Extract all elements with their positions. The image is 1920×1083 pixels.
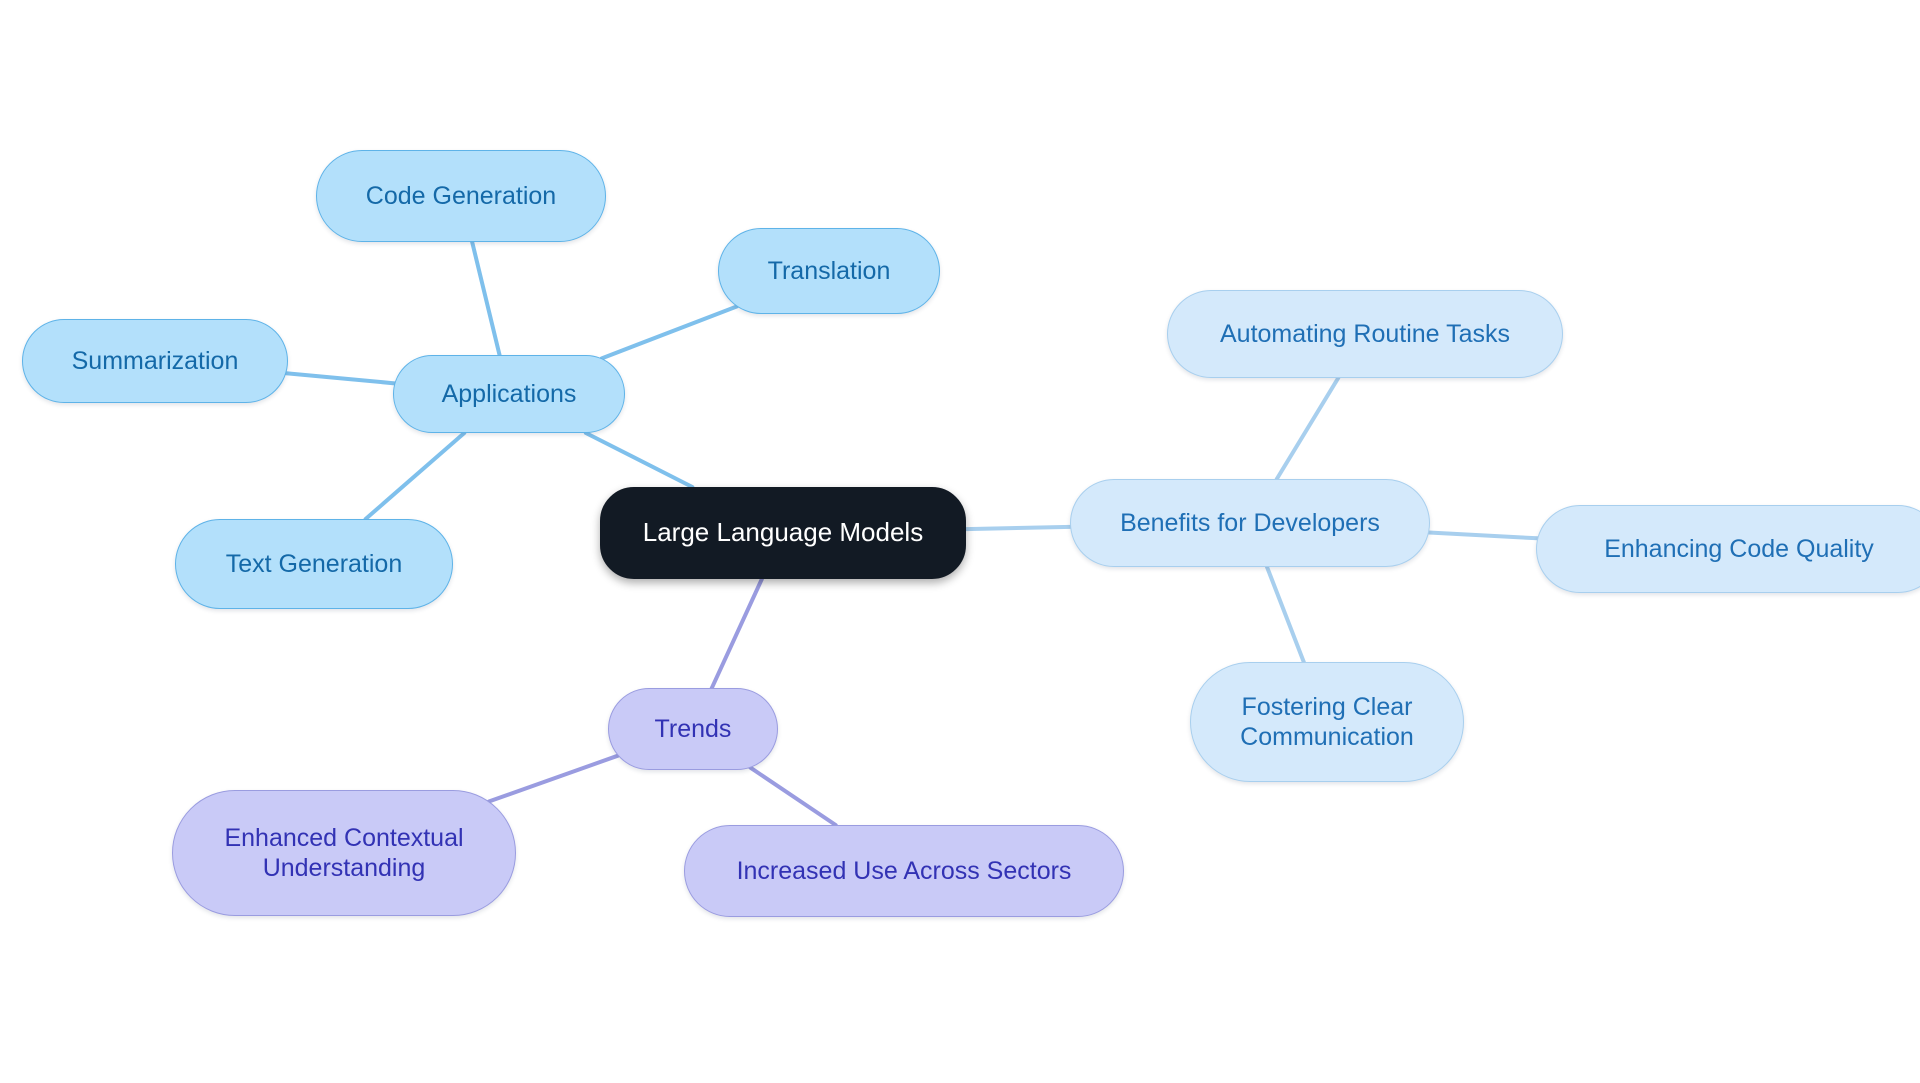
node-code-generation[interactable]: Code Generation [316,150,606,242]
node-increased-use-across-sectors[interactable]: Increased Use Across Sectors [684,825,1124,917]
node-summarization[interactable]: Summarization [22,319,288,403]
node-text-generation[interactable]: Text Generation [175,519,453,609]
node-applications[interactable]: Applications [393,355,625,433]
edge-benefits-to-automating [1274,376,1341,481]
node-enhancing-code-quality[interactable]: Enhancing Code Quality [1536,505,1920,593]
edge-applications-to-translation [599,304,739,361]
edge-benefits-to-enhancing [1426,530,1540,541]
edge-root-to-benefits [963,524,1073,532]
node-automating-routine-tasks[interactable]: Automating Routine Tasks [1167,290,1563,378]
edge-trends-to-contextual [487,753,620,804]
node-enhanced-contextual-understanding[interactable]: Enhanced Contextual Understanding [172,790,516,916]
node-fostering-clear-communication[interactable]: Fostering Clear Communication [1190,662,1464,782]
edge-applications-to-text_gen [363,431,467,521]
node-benefits-for-developers[interactable]: Benefits for Developers [1070,479,1430,567]
node-trends[interactable]: Trends [608,688,778,770]
mindmap-canvas: Large Language Models Applications Code … [0,0,1920,1083]
edge-trends-to-increased [748,765,838,827]
edge-root-to-trends [702,577,764,707]
edge-root-to-applications [583,430,695,489]
node-translation[interactable]: Translation [718,228,940,314]
edge-applications-to-summarization [284,371,397,386]
edge-applications-to-code_gen [470,240,502,357]
node-large-language-models[interactable]: Large Language Models [600,487,966,579]
edge-benefits-to-fostering [1265,565,1306,664]
